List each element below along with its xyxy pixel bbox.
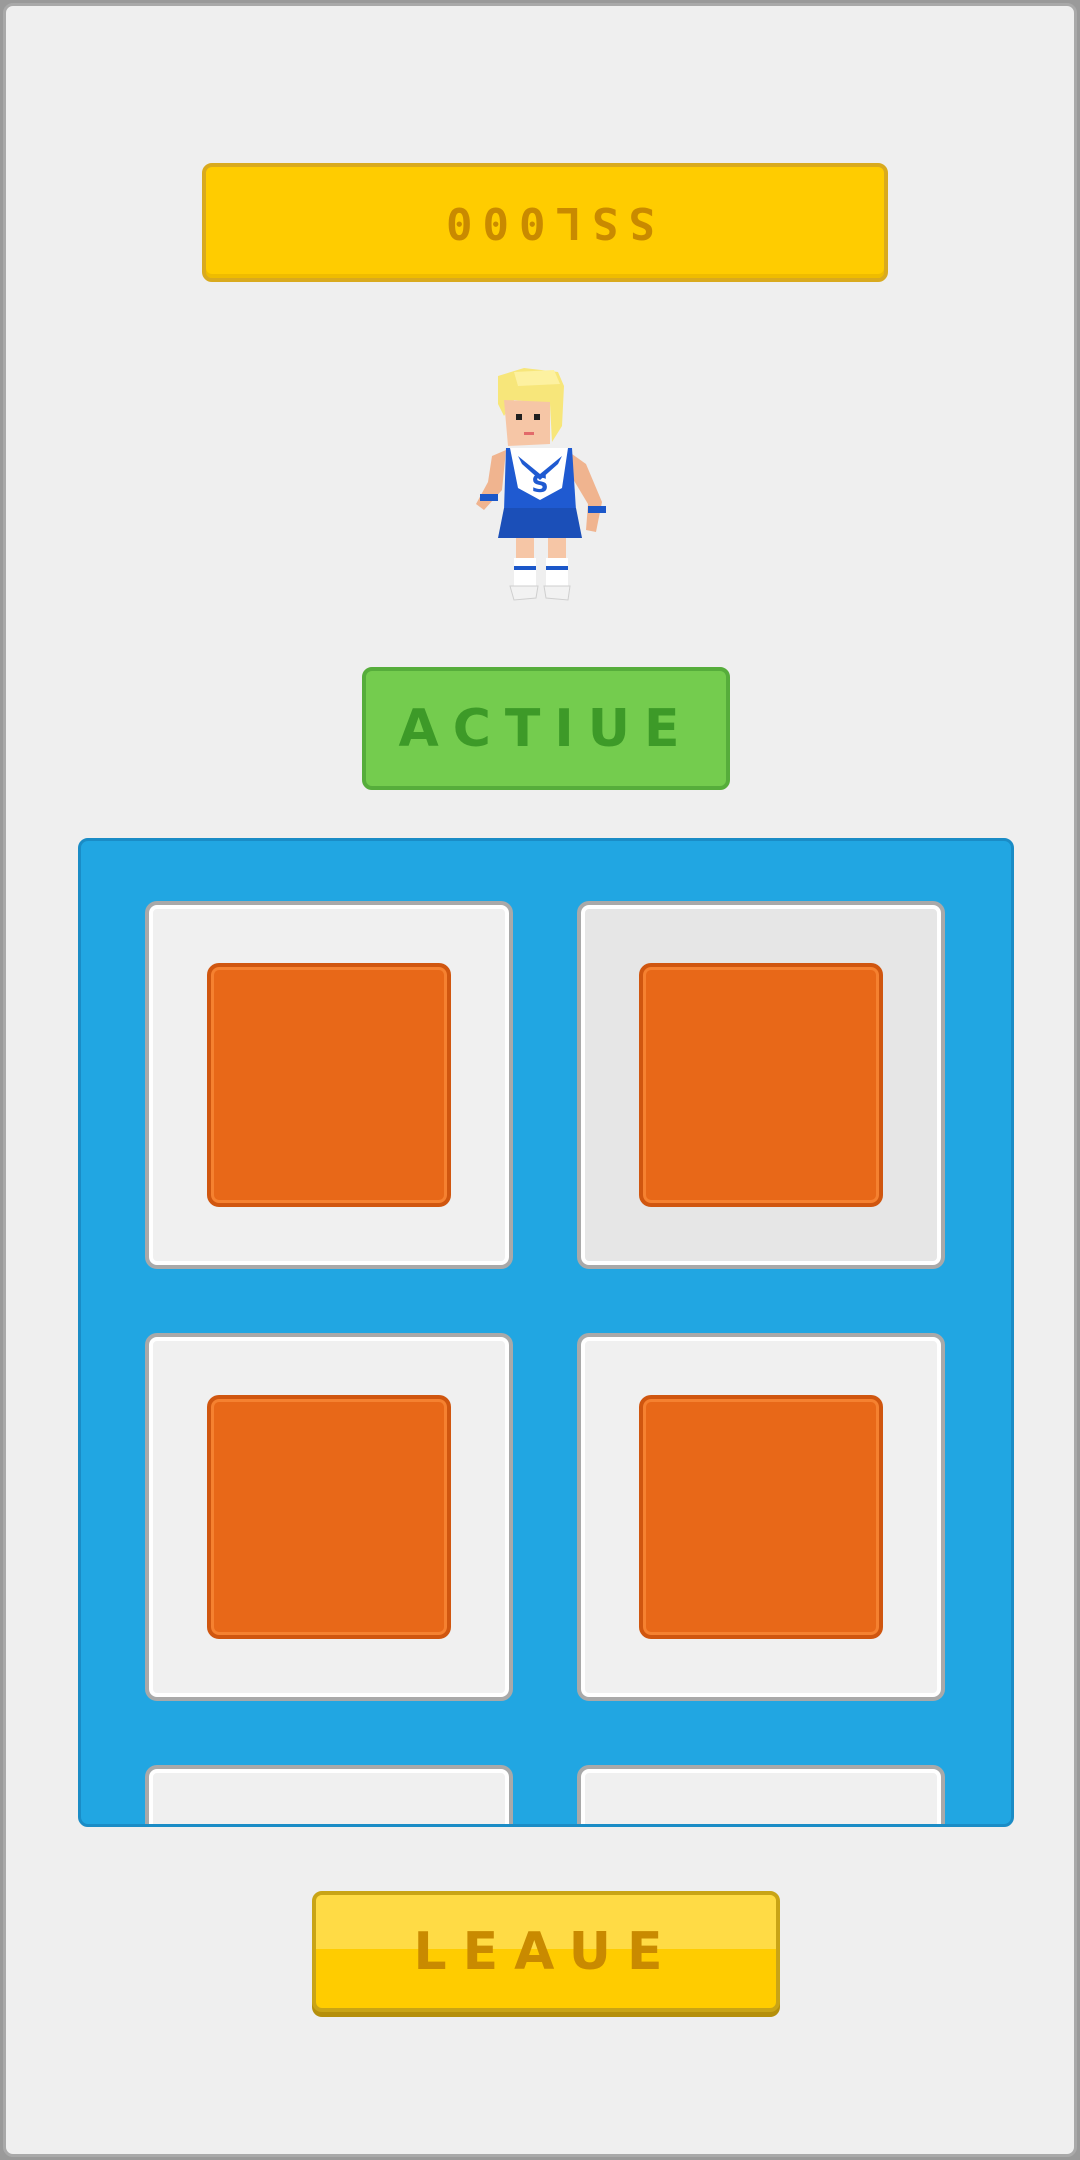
leave-button[interactable]: LEAUE	[312, 1891, 780, 2012]
grid-tile[interactable]	[145, 1765, 513, 1824]
status-label: ACTIUE	[398, 698, 694, 759]
cheerleader-avatar: S	[476, 368, 606, 601]
tile-orange-square	[207, 1395, 451, 1639]
tile-orange-square	[207, 963, 451, 1207]
jersey-letter: S	[531, 470, 548, 498]
tile-orange-square	[639, 963, 883, 1207]
grid-tile[interactable]	[577, 1765, 945, 1824]
room-code-text: SSL000	[435, 197, 655, 248]
tile-orange-square	[639, 1395, 883, 1639]
grid-tile[interactable]	[145, 1333, 513, 1701]
grid-tile[interactable]	[145, 901, 513, 1269]
game-screen: SSL000 S ACTIUE LEAUE	[3, 3, 1077, 2157]
item-grid-panel[interactable]	[78, 838, 1014, 1827]
grid-tile[interactable]	[577, 1333, 945, 1701]
grid-tile-selected[interactable]	[577, 901, 945, 1269]
status-button[interactable]: ACTIUE	[362, 667, 730, 790]
leave-label: LEAUE	[413, 1921, 679, 1982]
room-code-banner: SSL000	[202, 163, 888, 282]
